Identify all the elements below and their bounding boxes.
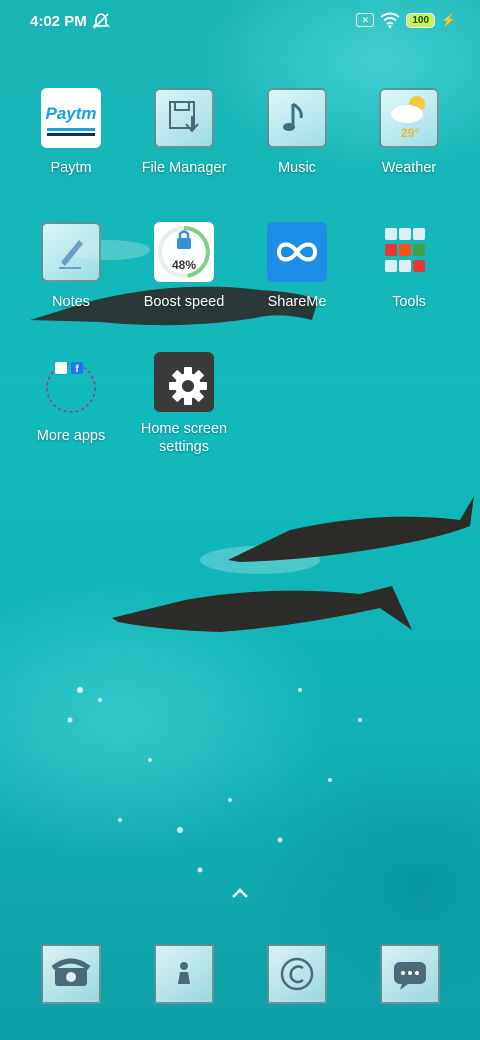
boost-percent: 48% <box>171 258 197 272</box>
charging-icon: ⚡ <box>441 13 456 27</box>
app-label: ShareMe <box>267 294 327 310</box>
app-paytm[interactable]: Paytm Paytm <box>15 88 127 177</box>
app-music[interactable]: Music <box>241 88 353 177</box>
app-tools-folder[interactable]: Tools <box>353 222 465 311</box>
paytm-logo-pay: Pay <box>45 104 76 123</box>
status-time: 4:02 PM <box>30 13 87 30</box>
notes-icon <box>41 222 101 282</box>
music-icon <box>267 88 327 148</box>
more-apps-folder-icon: f <box>41 356 101 416</box>
sim-off-icon: ✕ <box>356 13 375 27</box>
dolphin-2 <box>228 496 474 562</box>
dolphin-3 <box>112 586 412 632</box>
weather-icon: 29° <box>379 88 439 148</box>
paytm-icon: Paytm <box>41 88 101 148</box>
battery-icon: 100 <box>406 12 436 28</box>
chevron-up-icon[interactable] <box>230 886 250 900</box>
paytm-logo-tm: tm <box>75 104 97 123</box>
dock-browser[interactable] <box>267 944 327 1004</box>
app-notes[interactable]: Notes <box>15 222 127 311</box>
app-label: Music <box>278 160 316 176</box>
app-label: Home screen settings <box>140 421 228 455</box>
contacts-icon <box>178 962 190 984</box>
wifi-icon <box>380 12 400 28</box>
status-bar: 4:02 PM ✕ 100 ⚡ <box>0 0 480 44</box>
app-label: Paytm <box>50 160 92 176</box>
app-label: More apps <box>36 428 106 444</box>
app-label: Notes <box>52 294 90 310</box>
app-more-apps-folder[interactable]: f More apps <box>15 356 127 445</box>
app-shareme[interactable]: ShareMe <box>241 222 353 311</box>
app-home-screen-settings[interactable]: Home screen settings <box>124 352 244 456</box>
bell-off-icon <box>92 13 110 29</box>
app-label: File Manager <box>141 160 227 176</box>
weather-temp: 29° <box>401 126 420 140</box>
file-manager-icon <box>154 88 214 148</box>
gear-icon <box>154 352 214 412</box>
shareme-icon <box>267 222 327 282</box>
dock-messages[interactable] <box>380 944 440 1004</box>
phone-icon <box>51 958 91 986</box>
app-label: Boost speed <box>143 294 225 310</box>
browser-icon <box>280 957 314 991</box>
boost-speed-icon: 48% <box>154 222 214 282</box>
app-label: Weather <box>381 160 437 176</box>
app-file-manager[interactable]: File Manager <box>128 88 240 177</box>
dock-phone[interactable] <box>41 944 101 1004</box>
app-boost-speed[interactable]: 48% Boost speed <box>128 222 240 311</box>
dock-contacts[interactable] <box>154 944 214 1004</box>
messages-icon <box>394 962 426 990</box>
app-label: Tools <box>392 294 426 310</box>
tools-folder-icon <box>379 222 439 282</box>
app-weather[interactable]: 29° Weather <box>353 88 465 177</box>
